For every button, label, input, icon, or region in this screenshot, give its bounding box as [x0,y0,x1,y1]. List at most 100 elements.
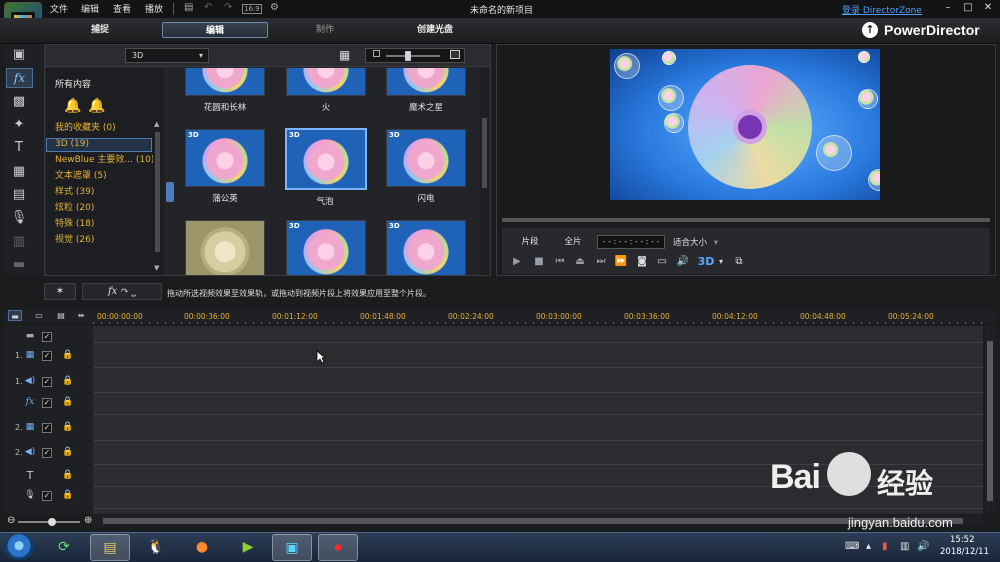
3d-mode-button[interactable]: 3D [697,255,715,269]
storyboard-view-icon[interactable]: ▭ [32,310,46,321]
track-manager-icon[interactable]: ▤ [54,310,68,321]
tab-produce[interactable]: 制作 [285,22,365,38]
fast-forward-icon[interactable]: ⏩ [614,255,628,269]
taskbar-app-icon[interactable]: ⟳ [44,534,84,561]
audio-mixing-room-icon[interactable]: ▤ [9,186,29,204]
chevron-down-icon[interactable]: ▾ [714,255,728,269]
start-button[interactable] [4,534,34,560]
subtitle-room-icon[interactable]: ▬ [9,256,29,274]
tab-capture[interactable]: 捕捉 [60,22,140,38]
add-tag-icon[interactable]: 🔔 [64,98,81,114]
tray-app-icon[interactable]: ▮ [882,541,888,552]
voiceover-room-icon[interactable]: 🎙 [9,209,29,227]
tree-item-newblue[interactable]: NewBlue 主要效... (10) [55,154,154,167]
title-room-icon[interactable]: T [9,139,29,157]
undock-icon[interactable]: ⧉ [732,255,746,269]
media-room-icon[interactable]: ▣ [9,46,29,64]
tray-expand-icon[interactable]: ▴ [866,541,871,552]
timecode-field[interactable]: - - : - - : - - : - - [597,235,665,249]
lock-icon[interactable]: 🔒 [62,490,73,500]
tree-scrollbar[interactable] [153,120,162,274]
track-enable-checkbox[interactable]: ✓ [42,491,52,501]
effect-tile[interactable]: 3D 蒲公英 [185,129,265,204]
tree-item-3d[interactable]: 3D (19) [55,138,89,151]
grid-view-icon[interactable]: ▦ [339,48,353,62]
tree-item-favorites[interactable]: 我的收藏夹 (0) [55,122,116,135]
close-button[interactable]: ✕ [980,1,996,15]
tree-item-particle[interactable]: 炫粒 (20) [55,202,94,215]
tab-edit[interactable]: 编辑 [162,22,268,38]
timeline-view-icon[interactable]: ▬ [8,310,22,321]
zoom-in-icon[interactable]: ⊕ [84,515,92,526]
clip-mode-button[interactable]: 片段 [510,236,550,249]
qq-icon[interactable]: 🐧 [136,534,176,561]
maximize-button[interactable]: □ [960,1,976,15]
category-dropdown[interactable]: 3D ▾ [125,48,209,63]
lock-icon[interactable]: 🔒 [62,350,73,360]
tree-title[interactable]: 所有内容 [55,77,91,90]
split-icon[interactable]: ⏏ [573,255,587,269]
effect-settings-button[interactable]: fx ↷ ⎵ [82,283,162,300]
external-display-icon[interactable]: ▭ [655,255,669,269]
track-enable-checkbox[interactable]: ✓ [42,448,52,458]
magic-tools-button[interactable]: ✶ [44,283,76,300]
delete-tag-icon[interactable]: 🔔 [88,98,105,114]
volume-tray-icon[interactable]: 🔊 [917,541,929,552]
network-icon[interactable]: ▥ [900,541,909,552]
snapshot-icon[interactable]: ◙ [635,255,649,269]
particle-room-icon[interactable]: ✦ [9,116,29,134]
keyboard-icon[interactable]: ⌨ [845,541,859,552]
tree-item-visual[interactable]: 视觉 (26) [55,234,94,247]
effect-room-icon[interactable]: fx [6,68,33,88]
panel-splitter[interactable] [166,182,174,202]
effect-tile[interactable]: 魔术之星 [386,68,466,113]
track-enable-checkbox[interactable]: ✓ [42,351,52,361]
menu-file[interactable]: 文件 [50,2,68,15]
recorder-icon[interactable]: ⏺ [318,534,358,561]
previous-frame-icon[interactable]: ⏮ [553,255,567,269]
effect-tile[interactable]: 火 [286,68,366,113]
stop-icon[interactable]: ■ [532,255,546,269]
menu-play[interactable]: 播放 [145,2,163,15]
lock-icon[interactable]: 🔒 [62,470,73,480]
undo-icon[interactable]: ↶ [204,2,212,13]
effect-tile[interactable]: 3D [286,220,366,275]
lock-icon[interactable]: 🔒 [62,397,73,407]
effect-grid-scrollbar[interactable] [480,68,489,275]
media-app-icon[interactable]: ▶ [228,534,268,561]
track-enable-checkbox[interactable]: ✓ [42,332,52,342]
lock-icon[interactable]: 🔒 [62,376,73,386]
effect-tile[interactable]: 3D 闪电 [386,129,466,204]
lock-icon[interactable]: 🔒 [62,422,73,432]
powerdirector-taskbar-icon[interactable]: ▣ [272,534,312,561]
seek-bar[interactable] [502,218,990,222]
scroll-down-icon[interactable]: ▼ [154,264,159,272]
fit-timeline-icon[interactable]: ⇹ [74,310,88,321]
chapter-room-icon[interactable]: ▥ [9,233,29,251]
volume-icon[interactable]: 🔊 [676,255,690,269]
zoom-dropdown[interactable]: 适合大小 ▾ [673,236,718,248]
timeline-zoom-thumb[interactable] [48,518,56,526]
zoom-out-icon[interactable]: ⊖ [7,515,15,526]
menu-view[interactable]: 查看 [113,2,131,15]
timeline-vertical-scrollbar[interactable] [985,326,995,514]
track-enable-checkbox[interactable]: ✓ [42,423,52,433]
pip-room-icon[interactable]: ▩ [9,93,29,111]
effect-tile[interactable]: 3D [386,220,466,275]
effect-tile[interactable]: 花圆和长林 [185,68,265,113]
play-icon[interactable]: ▶ [510,255,524,269]
slider-thumb[interactable] [405,51,411,61]
tab-create-disc[interactable]: 创建光盘 [395,22,475,38]
directorzone-login-link[interactable]: 登录 DirectorZone [842,3,922,16]
minimize-button[interactable]: – [940,1,956,15]
file-explorer-icon[interactable]: ▤ [90,534,130,561]
tree-item-special[interactable]: 特殊 (18) [55,218,94,231]
scroll-up-icon[interactable]: ▲ [154,120,159,128]
track-enable-checkbox[interactable]: ✓ [42,398,52,408]
lock-icon[interactable]: 🔒 [62,447,73,457]
clock-time[interactable]: 15:52 [950,535,975,545]
clock-date[interactable]: 2018/12/11 [940,547,989,557]
tree-item-style[interactable]: 样式 (39) [55,186,94,199]
aspect-ratio-button[interactable]: 16:9 [242,4,262,14]
effect-tile[interactable] [185,220,265,275]
